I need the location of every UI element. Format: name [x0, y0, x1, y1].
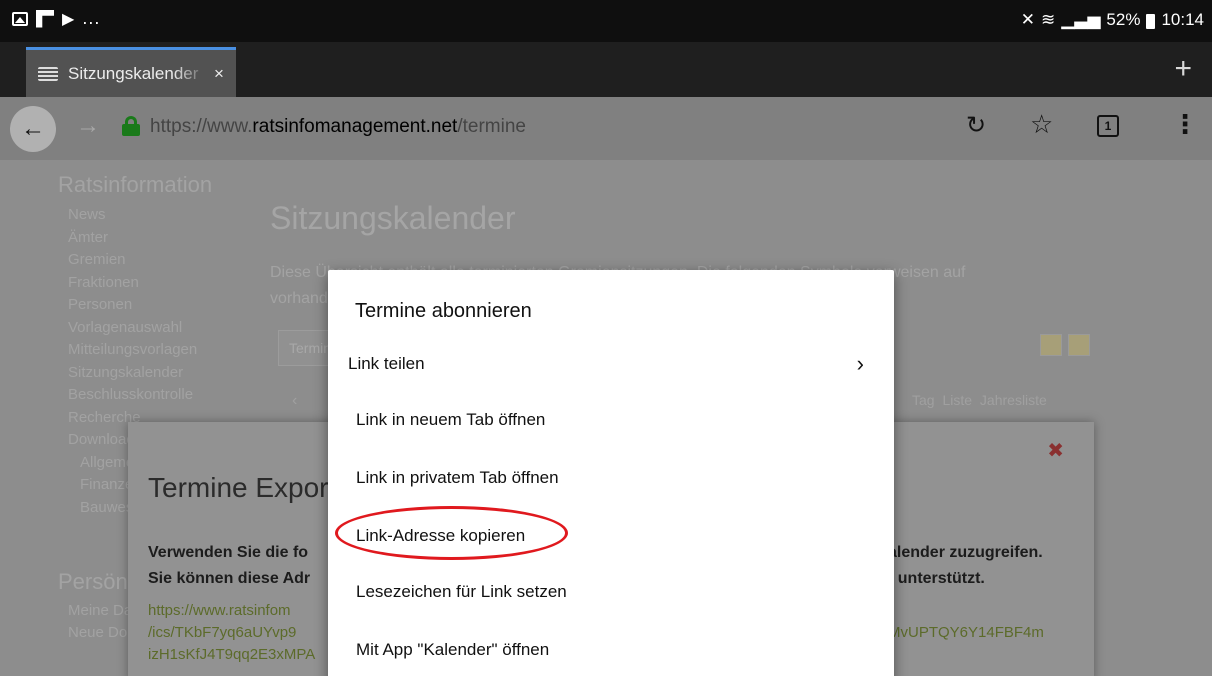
more-notifications-indicator: ...: [82, 8, 101, 28]
sidebar-item[interactable]: Sitzungskalender: [68, 362, 197, 385]
battery-icon: [1146, 13, 1156, 29]
share-link-item[interactable]: Link teilen ›: [328, 341, 894, 387]
signal-icon: ▁▃▅: [1061, 10, 1101, 29]
close-icon[interactable]: ✖: [1047, 438, 1064, 463]
sidebar-item[interactable]: Personen: [68, 294, 197, 317]
arrow-left-icon: ←: [21, 115, 45, 142]
reload-button[interactable]: ↻: [966, 111, 986, 140]
bookmark-star-icon[interactable]: ☆: [1030, 109, 1053, 140]
sidebar-item[interactable]: Beschlusskontrolle: [68, 384, 197, 407]
wifi-icon: ≋: [1040, 10, 1056, 29]
sidebar-item[interactable]: Gremien: [68, 249, 197, 272]
sidebar-item[interactable]: Ämter: [68, 227, 197, 250]
system-status: ✕ ≋ ▁▃▅ 52% 10:14: [1021, 10, 1204, 30]
back-button[interactable]: ←: [10, 106, 56, 152]
clock: 10:14: [1161, 10, 1204, 29]
page-title: Sitzungskalender: [270, 200, 516, 236]
share-link-label: Link teilen: [348, 354, 425, 373]
open-in-new-tab-item[interactable]: Link in neuem Tab öffnen: [328, 397, 894, 443]
bookmark-link-item[interactable]: Lesezeichen für Link setzen: [328, 569, 894, 615]
open-in-private-tab-item[interactable]: Link in privatem Tab öffnen: [328, 455, 894, 501]
tab-title: Sitzungskalender: [68, 63, 199, 83]
sidebar-heading: Ratsinformation: [58, 172, 213, 197]
browser-tab[interactable]: Sitzungskalender ×: [26, 47, 236, 97]
address-bar: ← → https://www.ratsinfomanagement.net/t…: [0, 97, 1212, 160]
ics-link-tail[interactable]: MvUPTQY6Y14FBF4m: [888, 622, 1044, 644]
pdf-export-icon[interactable]: [1068, 334, 1090, 356]
lock-icon[interactable]: [122, 116, 140, 136]
calendar-view-tabs[interactable]: Tag Liste Jahresliste: [912, 392, 1047, 408]
status-bar: ▶ ... ✕ ≋ ▁▃▅ 52% 10:14: [0, 0, 1212, 42]
export-instructions-right: alender zuzugreifen. t unterstützt.: [888, 544, 1043, 587]
play-store-icon: ▶: [62, 10, 75, 28]
mute-icon: ✕: [1020, 10, 1035, 29]
browser-menu-button[interactable]: ⋮: [1172, 111, 1198, 137]
sidebar-item[interactable]: Mitteilungsvorlagen: [68, 339, 197, 362]
export-instructions: Verwenden Sie die fo Sie können diese Ad…: [148, 544, 311, 587]
new-tab-button[interactable]: +: [1174, 52, 1192, 86]
sidebar-item[interactable]: Vorlagenauswahl: [68, 317, 197, 340]
chevron-right-icon: ›: [856, 351, 864, 376]
battery-percent: 52%: [1106, 10, 1141, 29]
forward-button[interactable]: →: [76, 112, 100, 140]
flipboard-icon: [36, 9, 54, 28]
url-field[interactable]: https://www.ratsinfomanagement.net/termi…: [150, 116, 526, 138]
open-with-calendar-app-item[interactable]: Mit App "Kalender" öffnen: [328, 627, 894, 673]
tab-strip: Sitzungskalender × +: [0, 42, 1212, 97]
ics-link[interactable]: https://www.ratsinfom /ics/TKbF7yq6aUYvp…: [148, 600, 315, 666]
sidebar-item[interactable]: Fraktionen: [68, 272, 197, 295]
export-icons: [1040, 334, 1090, 356]
chevron-left-icon[interactable]: ‹: [292, 392, 297, 410]
notification-icons: ▶ ...: [12, 8, 100, 29]
tab-switcher-button[interactable]: 1: [1097, 115, 1119, 137]
ical-export-icon[interactable]: [1040, 334, 1062, 356]
close-tab-icon[interactable]: ×: [214, 64, 224, 84]
link-context-menu: Termine abonnieren Link teilen › Link in…: [328, 270, 894, 676]
site-favicon-icon: [38, 66, 58, 81]
highlight-ring-annotation: [335, 506, 568, 560]
sidebar-item[interactable]: News: [68, 204, 197, 227]
context-menu-title: Termine abonnieren: [355, 300, 532, 322]
gallery-icon: [12, 11, 28, 26]
